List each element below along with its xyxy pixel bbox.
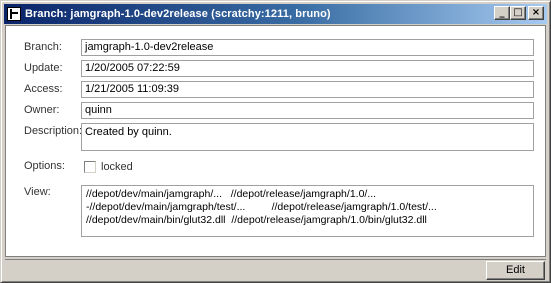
branch-label: Branch: bbox=[24, 41, 62, 53]
view-line: //depot/dev/main/jamgraph/... //depot/re… bbox=[86, 188, 377, 200]
locked-option[interactable]: locked bbox=[84, 161, 133, 173]
view-field[interactable]: //depot/dev/main/jamgraph/... //depot/re… bbox=[81, 185, 534, 237]
branch-form: Branch: jamgraph-1.0-dev2release Update:… bbox=[5, 25, 546, 257]
close-button[interactable]: × bbox=[528, 6, 544, 20]
update-field[interactable]: 1/20/2005 07:22:59 bbox=[81, 60, 534, 77]
locked-checkbox[interactable] bbox=[84, 161, 96, 173]
update-label: Update: bbox=[24, 62, 63, 74]
title-bar[interactable]: Branch: jamgraph-1.0-dev2release (scratc… bbox=[4, 4, 547, 24]
owner-label: Owner: bbox=[24, 104, 60, 116]
window-title: Branch: jamgraph-1.0-dev2release (scratc… bbox=[25, 8, 331, 20]
branch-field[interactable]: jamgraph-1.0-dev2release bbox=[81, 39, 534, 56]
button-bar: Edit bbox=[5, 259, 546, 280]
access-field[interactable]: 1/21/2005 11:09:39 bbox=[81, 81, 534, 98]
owner-field[interactable]: quinn bbox=[81, 102, 534, 119]
view-line: -//depot/dev/main/jamgraph/test/... //de… bbox=[86, 201, 437, 213]
edit-button[interactable]: Edit bbox=[486, 261, 545, 280]
view-label: View: bbox=[24, 186, 51, 198]
window-controls: _ □ × bbox=[494, 6, 544, 20]
access-label: Access: bbox=[24, 83, 63, 95]
description-field[interactable]: Created by quinn. bbox=[81, 123, 534, 151]
options-label: Options: bbox=[24, 160, 65, 172]
locked-label: locked bbox=[101, 161, 133, 173]
view-line: //depot/dev/main/bin/glut32.dll //depot/… bbox=[86, 214, 427, 226]
minimize-button[interactable]: _ bbox=[494, 6, 510, 20]
maximize-button[interactable]: □ bbox=[510, 6, 526, 20]
description-label: Description: bbox=[24, 125, 83, 137]
branch-window: Branch: jamgraph-1.0-dev2release (scratc… bbox=[0, 0, 551, 283]
branch-app-icon bbox=[7, 7, 21, 21]
